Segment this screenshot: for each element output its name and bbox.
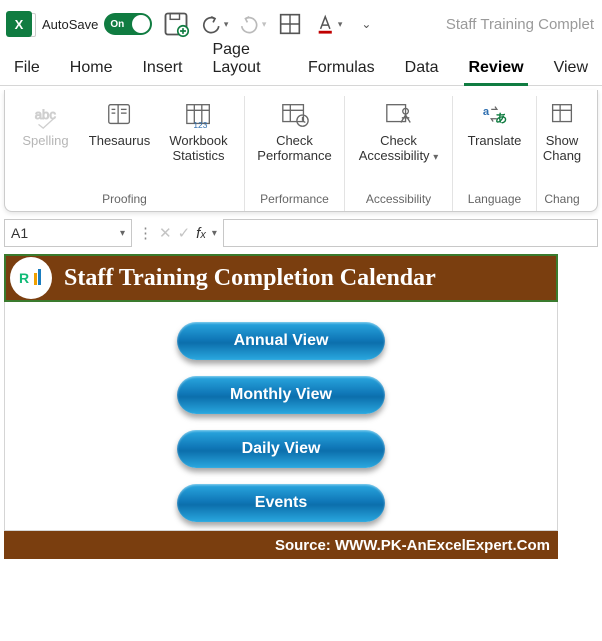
thesaurus-label: Thesaurus	[89, 134, 150, 149]
workbook-statistics-icon: 123	[184, 101, 214, 129]
translate-icon: aあ	[480, 101, 510, 129]
tab-view[interactable]: View	[550, 53, 592, 85]
redo-icon	[238, 13, 260, 35]
translate-label: Translate	[468, 134, 522, 149]
tab-home[interactable]: Home	[66, 53, 117, 85]
source-bar: Source: WWW.PK-AnExcelExpert.Com	[4, 531, 558, 559]
tab-formulas[interactable]: Formulas	[304, 53, 379, 85]
check-accessibility-button[interactable]: CheckAccessibility ▾	[347, 96, 451, 164]
svg-text:R: R	[19, 270, 29, 286]
chevron-down-icon: ▾	[120, 228, 125, 239]
annual-view-button[interactable]: Annual View	[177, 322, 385, 360]
show-changes-icon	[547, 101, 577, 129]
worksheet-banner[interactable]: R Staff Training Completion Calendar	[4, 254, 558, 302]
chevron-down-icon: ▾	[338, 19, 343, 30]
cell-reference: A1	[11, 225, 28, 241]
thesaurus-button[interactable]: Thesaurus	[85, 96, 155, 149]
undo-button[interactable]: ▾	[200, 10, 228, 38]
chevron-down-icon: ▾	[433, 152, 438, 163]
fx-button[interactable]: fx	[196, 225, 206, 242]
group-name-language: Language	[468, 189, 521, 211]
btn-label: Events	[255, 494, 307, 512]
ribbon-tabs: File Home Insert Page Layout Formulas Da…	[0, 48, 602, 86]
group-performance: CheckPerformance Performance	[245, 96, 345, 211]
autosave-toggle[interactable]: On	[104, 13, 152, 35]
group-name-performance: Performance	[260, 189, 329, 211]
wbstats-label-1: Workbook	[169, 133, 227, 148]
workbook-statistics-button[interactable]: 123 WorkbookStatistics	[161, 96, 237, 164]
cancel-formula-button[interactable]: ✕	[159, 224, 172, 242]
formula-bar: A1 ▾ ⋮ ✕ ✓ fx ▾	[4, 218, 598, 248]
thesaurus-icon	[105, 101, 135, 129]
group-changes: ShowChang Chang	[537, 96, 587, 211]
borders-button[interactable]	[276, 10, 304, 38]
group-name-changes: Chang	[544, 189, 579, 211]
group-name-accessibility: Accessibility	[366, 189, 431, 211]
changes-label-2: Chang	[543, 148, 581, 163]
ribbon: abc Spelling Thesaurus 123 WorkbookStati…	[4, 90, 598, 212]
banner-title: Staff Training Completion Calendar	[64, 265, 436, 292]
options-icon[interactable]: ⋮	[138, 224, 153, 242]
sheet-body: Annual View Monthly View Daily View Even…	[4, 302, 558, 531]
tab-page-layout[interactable]: Page Layout	[208, 35, 282, 85]
chevron-down-icon: ⌄	[361, 17, 371, 31]
toggle-knob	[132, 15, 150, 33]
events-button[interactable]: Events	[177, 484, 385, 522]
excel-app-icon: X	[6, 11, 32, 37]
chevron-down-icon: ▾	[224, 19, 229, 30]
autosave-state: On	[110, 19, 124, 30]
group-name-proofing: Proofing	[102, 189, 147, 211]
chevron-down-icon: ▾	[212, 228, 217, 239]
banner-logo-icon: R	[10, 257, 52, 299]
group-proofing: abc Spelling Thesaurus 123 WorkbookStati…	[5, 96, 245, 211]
show-changes-button[interactable]: ShowChang	[538, 96, 586, 164]
perf-label-1: Check	[276, 133, 313, 148]
tab-insert[interactable]: Insert	[138, 53, 186, 85]
check-performance-button[interactable]: CheckPerformance	[247, 96, 343, 164]
group-accessibility: CheckAccessibility ▾ Accessibility	[345, 96, 453, 211]
translate-button[interactable]: aあ Translate	[455, 96, 535, 149]
qat-customize-button[interactable]: ⌄	[352, 10, 380, 38]
btn-label: Annual View	[234, 332, 329, 350]
changes-label-1: Show	[546, 133, 579, 148]
svg-text:123: 123	[193, 120, 207, 129]
btn-label: Monthly View	[230, 386, 332, 404]
save-icon	[162, 10, 190, 38]
font-color-icon	[314, 13, 336, 35]
check-accessibility-icon	[384, 101, 414, 129]
monthly-view-button[interactable]: Monthly View	[177, 376, 385, 414]
perf-label-2: Performance	[257, 148, 331, 163]
document-title: Staff Training Complet	[446, 16, 596, 33]
btn-label: Daily View	[242, 440, 321, 458]
redo-button[interactable]: ▾	[238, 10, 266, 38]
name-box[interactable]: A1 ▾	[4, 219, 132, 247]
autosave-control[interactable]: AutoSave On	[42, 13, 152, 35]
save-button[interactable]	[162, 10, 190, 38]
worksheet-area: R Staff Training Completion Calendar Ann…	[4, 254, 602, 559]
tab-file[interactable]: File	[10, 53, 44, 85]
daily-view-button[interactable]: Daily View	[177, 430, 385, 468]
undo-icon	[200, 13, 222, 35]
group-language: aあ Translate Language	[453, 96, 537, 211]
wbstats-label-2: Statistics	[172, 148, 224, 163]
accept-formula-button[interactable]: ✓	[178, 224, 191, 242]
spelling-icon: abc	[31, 101, 61, 129]
acc-label-2: Accessibility	[359, 148, 430, 163]
autosave-label: AutoSave	[42, 17, 98, 32]
title-bar: X AutoSave On ▾ ▾ ▾ ⌄ Staff Training Com…	[0, 0, 602, 48]
svg-text:a: a	[482, 106, 489, 118]
source-text: Source: WWW.PK-AnExcelExpert.Com	[275, 537, 550, 554]
borders-icon	[276, 10, 304, 38]
formula-input[interactable]	[223, 219, 598, 247]
tab-review[interactable]: Review	[464, 53, 527, 85]
font-color-button[interactable]: ▾	[314, 10, 342, 38]
acc-label-1: Check	[380, 133, 417, 148]
chevron-down-icon: ▾	[262, 19, 267, 30]
check-performance-icon	[280, 101, 310, 129]
spelling-label: Spelling	[22, 134, 68, 149]
tab-data[interactable]: Data	[401, 53, 443, 85]
spelling-button[interactable]: abc Spelling	[13, 96, 79, 149]
